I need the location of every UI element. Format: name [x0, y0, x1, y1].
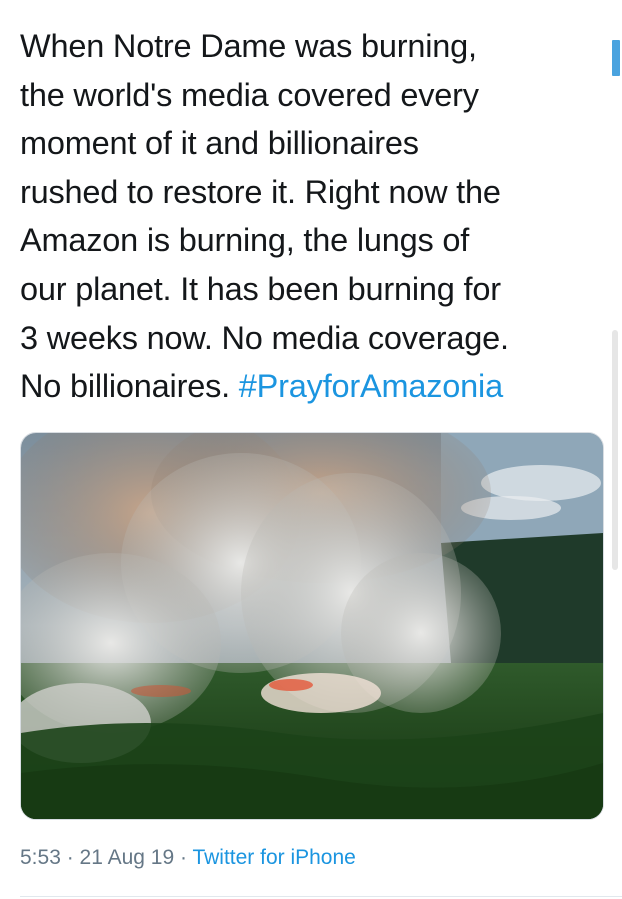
tweet-source-link[interactable]: Twitter for iPhone [192, 846, 355, 869]
tweet-text-line: 3 weeks now. No media coverage. [20, 319, 509, 356]
tweet-time: 5:53 [20, 846, 61, 869]
tweet-text-line: the world's media covered every [20, 76, 479, 113]
tweet-text-tail: No billionaires. [20, 368, 239, 405]
scrollbar-thumb[interactable] [612, 40, 620, 76]
tweet-date: 21 Aug 19 [79, 846, 175, 869]
tweet-media-image[interactable] [20, 432, 604, 820]
meta-separator: · [60, 846, 80, 869]
tweet-text-line: rushed to restore it. Right now the [20, 173, 501, 210]
tweet-text-line: When Notre Dame was burning, [20, 28, 477, 64]
photo-image-icon [21, 433, 603, 819]
scrollbar-track[interactable] [612, 330, 618, 570]
tweet-text-line: our planet. It has been burning for [20, 270, 501, 307]
tweet-text-last-line: No billionaires. #PrayforAmazonia [20, 362, 604, 411]
tweet-meta: 5:53 · 21 Aug 19 · Twitter for iPhone [20, 846, 356, 870]
meta-separator: · [174, 846, 193, 869]
hashtag-link[interactable]: #PrayforAmazonia [239, 368, 503, 404]
tweet-text: When Notre Dame was burning, the world's… [20, 22, 604, 411]
tweet-text-line: Amazon is burning, the lungs of [20, 222, 470, 259]
tweet-text-line: moment of it and billionaires [20, 125, 419, 162]
divider [20, 896, 622, 897]
